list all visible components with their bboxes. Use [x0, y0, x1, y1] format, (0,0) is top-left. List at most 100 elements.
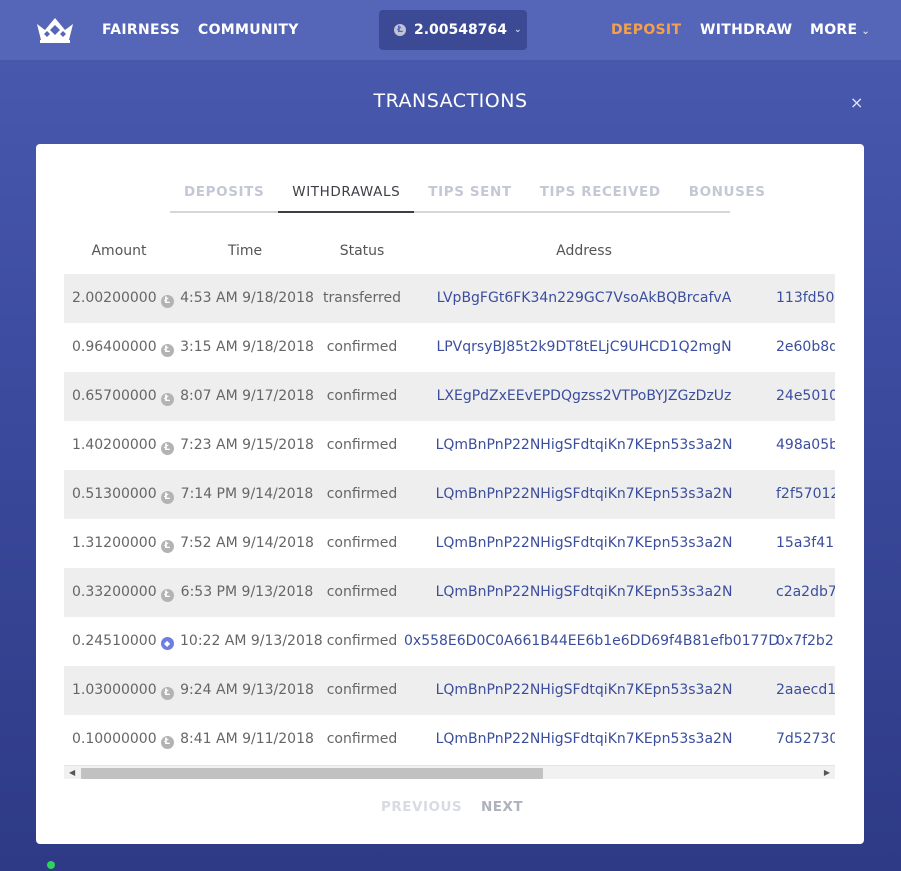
tx-hash-link[interactable]: 2aaecd1 [776, 682, 835, 698]
amount-value: 1.40200000 [72, 437, 157, 453]
nav-withdraw-link[interactable]: WITHDRAW [700, 22, 792, 38]
address-link[interactable]: LPVqrsyBJ85t2k9DT8tELjC9UHCD1Q2mgN [404, 339, 764, 355]
table-row: 0.96400000 Ł 3:15 AM 9/18/2018 confirmed LPV… [64, 323, 835, 372]
litecoin-icon: Ł [160, 343, 174, 357]
table-row: 0.24510000 ◆ 10:22 AM 9/13/2018 confirmed 0x… [64, 617, 835, 666]
address-link[interactable]: LXEgPdZxEEvEPDQgzss2VTPoBYJZGzDzUz [404, 388, 764, 404]
amount-cell: 0.10000000 Ł [72, 731, 174, 749]
table-row: 1.31200000 Ł 7:52 AM 9/14/2018 confirmed LQm… [64, 519, 835, 568]
table-row: 2.00200000 Ł 4:53 AM 9/18/2018 transferred L… [64, 274, 835, 323]
scroll-left-icon[interactable]: ◀ [69, 768, 75, 777]
time-cell: 6:53 PM 9/13/2018 [180, 584, 314, 600]
close-icon[interactable]: × [850, 93, 863, 112]
scroll-right-icon[interactable]: ▶ [824, 768, 830, 777]
tx-hash-link[interactable]: 0x7f2b276 [776, 633, 835, 649]
amount-value: 0.10000000 [72, 731, 157, 747]
amount-cell: 2.00200000 Ł [72, 290, 174, 308]
balance-value: 2.00548764 [414, 22, 507, 38]
next-button[interactable]: NEXT [481, 799, 523, 815]
table-row: 0.51300000 Ł 7:14 PM 9/14/2018 confirmed LQm… [64, 470, 835, 519]
time-cell: 8:41 AM 9/11/2018 [180, 731, 314, 747]
time-cell: 9:24 AM 9/13/2018 [180, 682, 314, 698]
amount-value: 0.33200000 [72, 584, 157, 600]
amount-value: 0.65700000 [72, 388, 157, 404]
header-address: Address [556, 243, 612, 259]
time-cell: 8:07 AM 9/17/2018 [180, 388, 314, 404]
scrollbar-thumb[interactable] [81, 768, 543, 779]
amount-cell: 0.33200000 Ł [72, 584, 174, 602]
tx-hash-link[interactable]: f2f57012 [776, 486, 835, 502]
litecoin-icon: Ł [160, 490, 174, 504]
time-cell: 7:14 PM 9/14/2018 [180, 486, 314, 502]
nav-more-label: MORE [810, 22, 858, 38]
chevron-down-icon: ⌄ [861, 26, 871, 37]
header-time: Time [227, 243, 263, 259]
status-cell: confirmed [326, 339, 398, 355]
nav-more-dropdown[interactable]: MORE ⌄ [810, 22, 870, 38]
status-cell: confirmed [326, 535, 398, 551]
tx-hash-link[interactable]: 24e5010c [776, 388, 835, 404]
crown-logo-icon[interactable] [35, 16, 75, 44]
nav-community-link[interactable]: COMMUNITY [198, 22, 299, 38]
ethereum-icon: ◆ [160, 637, 174, 650]
nav-fairness-link[interactable]: FAIRNESS [102, 22, 180, 38]
address-link[interactable]: LQmBnPnP22NHigSFdtqiKn7KEpn53s3a2N [404, 682, 764, 698]
tx-hash-link[interactable]: 113fd50c [776, 290, 835, 306]
amount-value: 1.31200000 [72, 535, 157, 551]
litecoin-icon: Ł [160, 686, 174, 700]
litecoin-icon: Ł [160, 539, 174, 553]
table-row: 0.10000000 Ł 8:41 AM 9/11/2018 confirmed LQm… [64, 715, 835, 764]
litecoin-icon: Ł [160, 441, 174, 455]
horizontal-scrollbar[interactable]: ◀ ▶ [64, 765, 835, 779]
amount-value: 2.00200000 [72, 290, 157, 306]
amount-cell: 0.24510000 ◆ [72, 633, 174, 650]
address-link[interactable]: LQmBnPnP22NHigSFdtqiKn7KEpn53s3a2N [404, 584, 764, 600]
amount-cell: 0.65700000 Ł [72, 388, 174, 406]
online-status-dot [47, 861, 55, 869]
amount-cell: 0.96400000 Ł [72, 339, 174, 357]
status-cell: confirmed [326, 633, 398, 649]
status-cell: confirmed [326, 731, 398, 747]
tab-withdrawals[interactable]: WITHDRAWALS [278, 174, 415, 213]
status-cell: confirmed [326, 437, 398, 453]
tab-bonuses[interactable]: BONUSES [675, 174, 780, 213]
withdrawals-table: Amount Time Status Address 2.00200000 Ł 4:… [64, 229, 835, 779]
chevron-down-icon: ⌄ [514, 25, 522, 35]
address-link[interactable]: LQmBnPnP22NHigSFdtqiKn7KEpn53s3a2N [404, 731, 764, 747]
address-link[interactable]: LQmBnPnP22NHigSFdtqiKn7KEpn53s3a2N [404, 535, 764, 551]
tx-hash-link[interactable]: c2a2db71 [776, 584, 835, 600]
time-cell: 4:53 AM 9/18/2018 [180, 290, 314, 306]
amount-value: 1.03000000 [72, 682, 157, 698]
amount-cell: 0.51300000 Ł [72, 486, 174, 504]
address-link[interactable]: LQmBnPnP22NHigSFdtqiKn7KEpn53s3a2N [404, 437, 764, 453]
top-nav: FAIRNESS COMMUNITY Ł 2.00548764 ⌄ DEPOSI… [0, 0, 901, 61]
tab-tips-received[interactable]: TIPS RECEIVED [526, 174, 675, 213]
tx-hash-link[interactable]: 2e60b8de [776, 339, 835, 355]
address-link[interactable]: 0x558E6D0C0A661B44EE6b1e6DD69f4B81efb017… [404, 633, 779, 649]
table-header: Amount Time Status Address [64, 229, 835, 274]
previous-button[interactable]: PREVIOUS [381, 799, 462, 815]
amount-value: 0.24510000 [72, 633, 157, 649]
tx-hash-link[interactable]: 498a05b4 [776, 437, 835, 453]
address-link[interactable]: LVpBgFGt6FK34n229GC7VsoAkBQBrcafvA [404, 290, 764, 306]
table-row: 1.40200000 Ł 7:23 AM 9/15/2018 confirmed LQm… [64, 421, 835, 470]
litecoin-icon: Ł [160, 735, 174, 749]
balance-dropdown[interactable]: Ł 2.00548764 ⌄ [379, 10, 527, 50]
tab-tips-sent[interactable]: TIPS SENT [414, 174, 525, 213]
tab-deposits[interactable]: DEPOSITS [170, 174, 278, 213]
header-amount: Amount [91, 243, 147, 259]
amount-cell: 1.40200000 Ł [72, 437, 174, 455]
litecoin-icon: Ł [160, 294, 174, 308]
nav-deposit-link[interactable]: DEPOSIT [611, 22, 681, 38]
time-cell: 10:22 AM 9/13/2018 [180, 633, 323, 649]
tx-hash-link[interactable]: 15a3f41a [776, 535, 835, 551]
litecoin-icon: Ł [160, 588, 174, 602]
amount-cell: 1.03000000 Ł [72, 682, 174, 700]
tx-hash-link[interactable]: 7d52730 [776, 731, 835, 747]
litecoin-icon: Ł [160, 392, 174, 406]
transaction-tabs: DEPOSITS WITHDRAWALS TIPS SENT TIPS RECE… [170, 174, 765, 213]
address-link[interactable]: LQmBnPnP22NHigSFdtqiKn7KEpn53s3a2N [404, 486, 764, 502]
amount-value: 0.96400000 [72, 339, 157, 355]
time-cell: 7:52 AM 9/14/2018 [180, 535, 314, 551]
status-cell: transferred [323, 290, 401, 306]
